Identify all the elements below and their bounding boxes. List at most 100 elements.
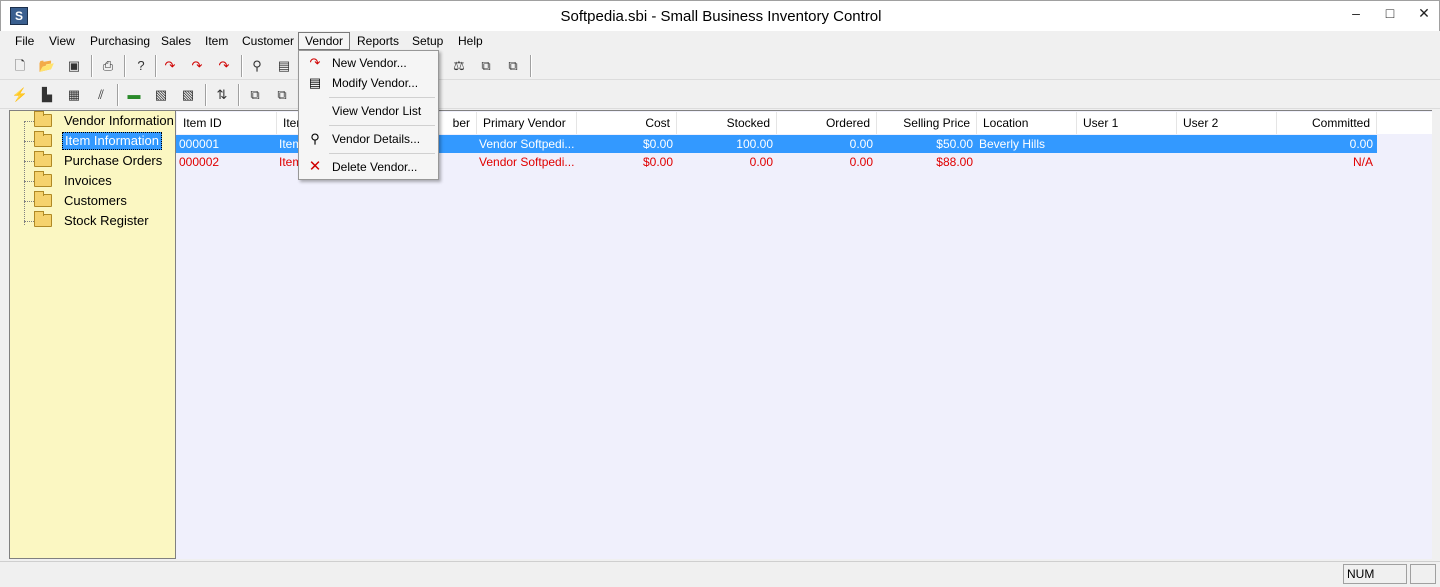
- cell-ordered: 0.00: [849, 137, 873, 151]
- column-header-item-id[interactable]: Item ID: [177, 112, 277, 134]
- column-header-location[interactable]: Location: [977, 112, 1077, 134]
- folder-icon: [34, 151, 52, 167]
- report-icon[interactable]: ▤: [274, 56, 294, 76]
- size-grip[interactable]: [1410, 564, 1436, 584]
- toolbar-separator: [117, 84, 119, 106]
- scale-icon[interactable]: ⚖: [449, 56, 469, 76]
- menu-file[interactable]: File: [9, 32, 40, 50]
- minimize-button[interactable]: –: [1339, 1, 1373, 27]
- menu-help[interactable]: Help: [452, 32, 489, 50]
- tree-item-label: Customers: [64, 193, 127, 208]
- navigation-tree: Vendor Information Item Information Purc…: [9, 110, 176, 559]
- cell-user1: [1076, 135, 1176, 153]
- column-header-stocked[interactable]: Stocked: [677, 112, 777, 134]
- menu-reports[interactable]: Reports: [351, 32, 405, 50]
- status-bar: NUM: [0, 561, 1440, 587]
- transfer-icon[interactable]: ▧: [178, 85, 198, 105]
- new-file-icon[interactable]: 🗋: [10, 56, 30, 76]
- copy-back-icon[interactable]: ⧉: [503, 56, 523, 76]
- copy-icon[interactable]: ⧉: [476, 56, 496, 76]
- column-header-cost[interactable]: Cost: [577, 112, 677, 134]
- vendor-details-icon: ⚲: [310, 131, 320, 146]
- menu-item-view-vendor-list[interactable]: View Vendor List: [301, 101, 436, 121]
- menu-item-label: New Vendor...: [332, 56, 407, 70]
- print-icon[interactable]: ⎙: [98, 56, 118, 76]
- return-icon[interactable]: ↷: [214, 56, 234, 76]
- tree-connector: [24, 181, 34, 182]
- new-vendor-icon: ↷: [309, 55, 321, 70]
- receive-icon[interactable]: ↷: [160, 56, 180, 76]
- ship-icon[interactable]: ↷: [187, 56, 207, 76]
- folder-icon: [34, 191, 52, 207]
- cell-user1: [1076, 153, 1176, 171]
- tree-item-label: Invoices: [64, 173, 112, 188]
- menu-sales[interactable]: Sales: [155, 32, 197, 50]
- cell-committed: 0.00: [1349, 137, 1373, 151]
- delete-vendor-icon: ✕: [308, 158, 322, 175]
- cell-stocked: 0.00: [749, 155, 773, 169]
- vendor-dropdown-menu: ↷ New Vendor... ▤ Modify Vendor... View …: [298, 50, 439, 180]
- cell-selling-price: $88.00: [936, 155, 973, 169]
- sort-icon[interactable]: ⇅: [212, 85, 232, 105]
- toolbar-separator: [91, 55, 93, 77]
- modify-vendor-icon: ▤: [308, 75, 322, 90]
- toolbar-main: 🗋 📂 ▣ ⎙ ? ↷ ↷ ↷ ⚲ ▤ ⚖ ⧉ ⧉: [0, 52, 1440, 80]
- close-button[interactable]: ✕: [1407, 1, 1440, 27]
- list-alt-icon[interactable]: ⧉: [272, 85, 292, 105]
- column-header-committed[interactable]: Committed: [1277, 112, 1377, 134]
- menu-view[interactable]: View: [43, 32, 81, 50]
- tree-item-label: Vendor Information: [64, 113, 174, 128]
- bolt-icon[interactable]: ⚡: [10, 85, 30, 105]
- title-bar: S Softpedia.sbi - Small Business Invento…: [0, 0, 1440, 31]
- maximize-button[interactable]: □: [1373, 1, 1407, 27]
- menu-customer[interactable]: Customer: [236, 32, 300, 50]
- help-icon[interactable]: ?: [131, 56, 151, 76]
- cell-selling-price: $50.00: [936, 137, 973, 151]
- tree-connector: [24, 201, 34, 202]
- toolbar-secondary: ⚡ ▙ ▦ ⫽ ▬ ▧ ▧ ⇅ ⧉ ⧉: [0, 81, 1440, 109]
- toolbar-separator: [241, 55, 243, 77]
- column-header-ordered[interactable]: Ordered: [777, 112, 877, 134]
- menu-purchasing[interactable]: Purchasing: [84, 32, 156, 50]
- item-icon[interactable]: ▦: [64, 85, 84, 105]
- menu-vendor[interactable]: Vendor: [298, 32, 351, 50]
- toolbar-separator: [205, 84, 207, 106]
- hatch-icon[interactable]: ⫽: [91, 85, 111, 105]
- menu-item-label: Vendor Details...: [332, 132, 421, 146]
- truck-icon[interactable]: ▙: [37, 85, 57, 105]
- tree-connector: [24, 221, 34, 222]
- cash-icon[interactable]: ▬: [124, 85, 144, 105]
- menu-item-new-vendor[interactable]: ↷ New Vendor...: [301, 53, 436, 73]
- menu-item-modify-vendor[interactable]: ▤ Modify Vendor...: [301, 73, 436, 93]
- tree-connector: [24, 141, 34, 142]
- cell-primary-vendor: Vendor Softpedi...: [479, 155, 575, 169]
- column-header-user1[interactable]: User 1: [1077, 112, 1177, 134]
- menu-setup[interactable]: Setup: [406, 32, 449, 50]
- list-icon[interactable]: ⧉: [245, 85, 265, 105]
- tree-connector: [24, 121, 25, 225]
- cell-cost: $0.00: [642, 137, 673, 151]
- column-header-selling-price[interactable]: Selling Price: [877, 112, 977, 134]
- cell-location: [976, 153, 1076, 171]
- menu-item-delete-vendor[interactable]: ✕ Delete Vendor...: [301, 157, 436, 177]
- folder-icon: [34, 111, 52, 127]
- find-icon[interactable]: ⚲: [247, 56, 267, 76]
- toolbar-separator: [155, 55, 157, 77]
- column-header-user2[interactable]: User 2: [1177, 112, 1277, 134]
- menu-item-vendor-details[interactable]: ⚲ Vendor Details...: [301, 129, 436, 149]
- toolbar-separator: [124, 55, 126, 77]
- tree-connector: [24, 121, 34, 122]
- menu-item[interactable]: Item: [199, 32, 234, 50]
- folder-icon: [34, 211, 52, 227]
- tree-item-label: Item Information: [62, 132, 162, 150]
- adjust-icon[interactable]: ▧: [151, 85, 171, 105]
- cell-stocked: 100.00: [736, 137, 773, 151]
- vertical-scrollbar[interactable]: [1432, 110, 1440, 559]
- column-header-primary-vendor[interactable]: Primary Vendor: [477, 112, 577, 134]
- cell-cost: $0.00: [642, 155, 673, 169]
- cell-ordered: 0.00: [849, 155, 873, 169]
- open-db-icon[interactable]: ▣: [64, 56, 84, 76]
- window-title: Softpedia.sbi - Small Business Inventory…: [560, 8, 882, 25]
- open-folder-icon[interactable]: 📂: [37, 56, 57, 76]
- tree-connector: [24, 161, 34, 162]
